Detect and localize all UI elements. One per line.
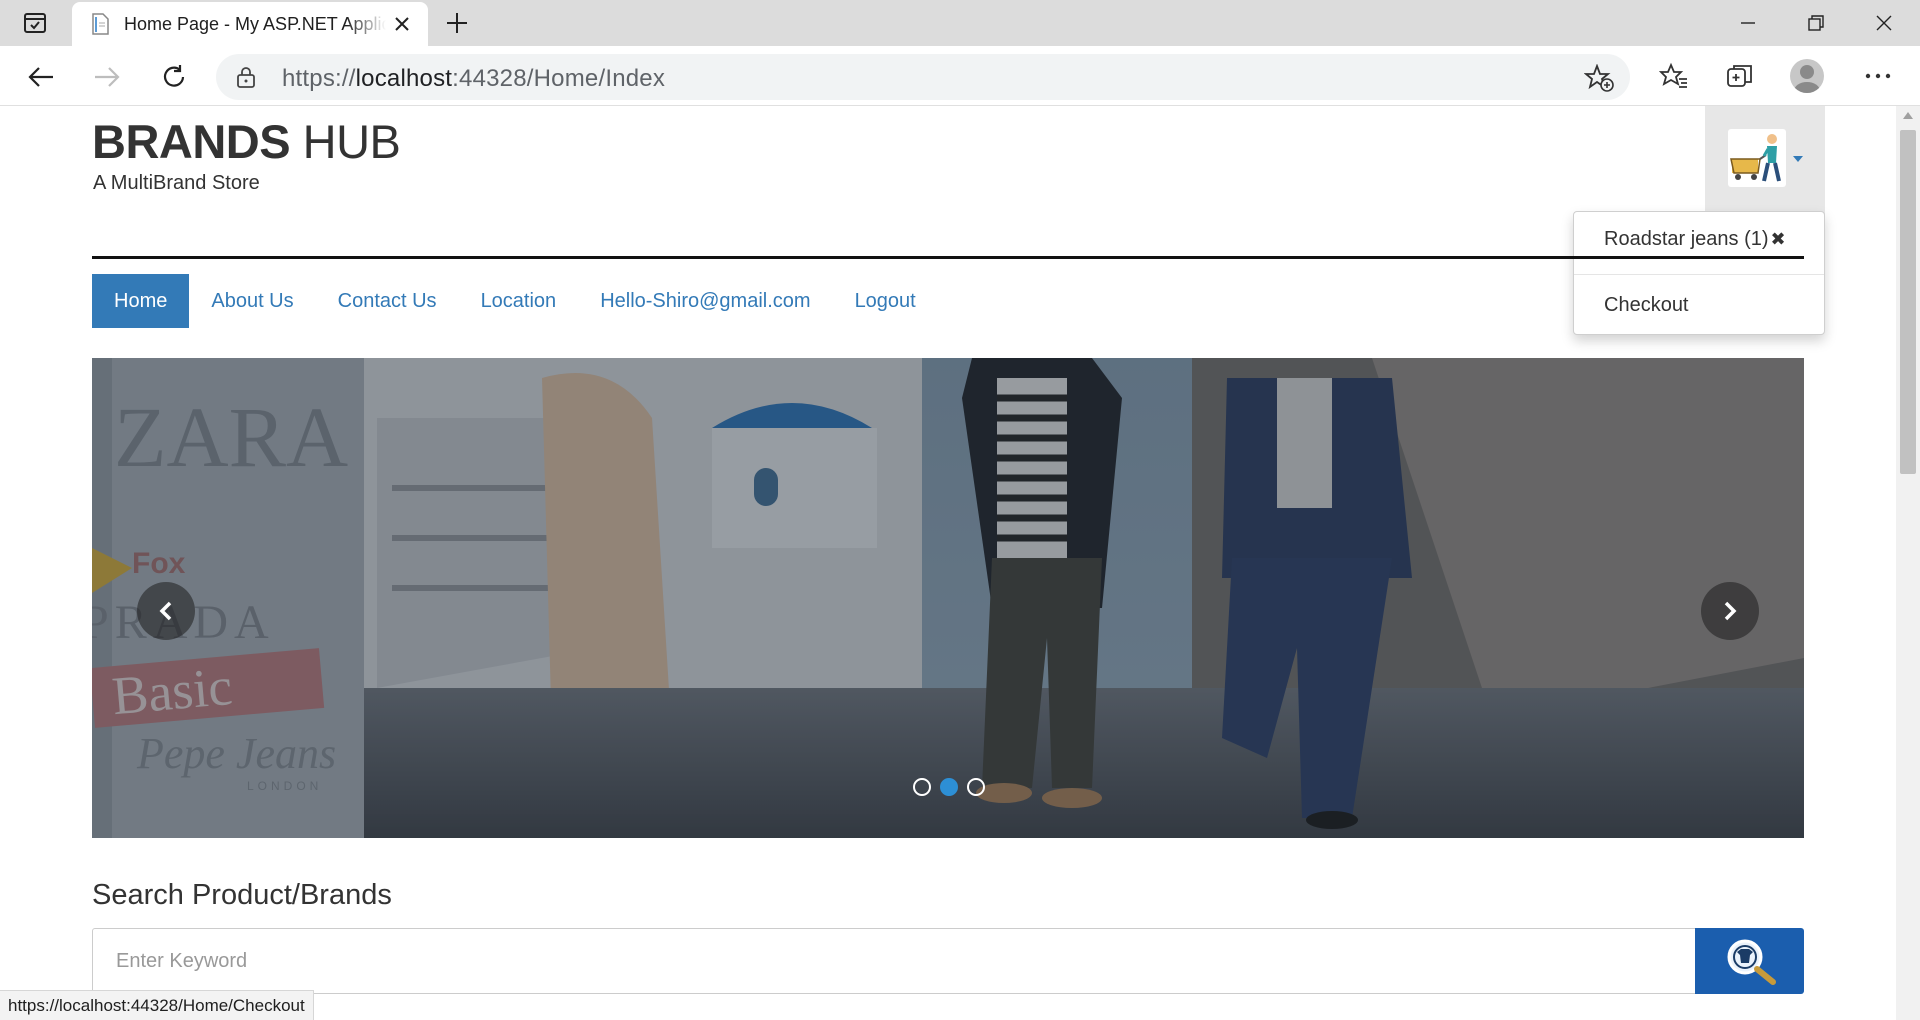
- url-path: :44328/Home/Index: [452, 65, 666, 92]
- nav-item-location[interactable]: Location: [459, 274, 579, 328]
- cart-dropdown-toggle[interactable]: [1705, 106, 1825, 216]
- collections-icon[interactable]: [1722, 59, 1758, 93]
- lock-icon[interactable]: [236, 66, 256, 88]
- carousel-indicator-active[interactable]: [940, 778, 958, 796]
- brand-rest-text: HUB: [290, 115, 401, 168]
- status-url-preview: https://localhost:44328/Home/Checkout: [0, 990, 314, 1020]
- nav-item-logout[interactable]: Logout: [833, 274, 938, 328]
- star-add-icon[interactable]: [1583, 63, 1614, 92]
- cart-dropdown-menu: Roadstar jeans (1) ✖ Checkout: [1573, 211, 1825, 335]
- browser-tab[interactable]: Home Page - My ASP.NET Application: [72, 2, 428, 46]
- brand-bold-text: BRANDS: [92, 115, 291, 168]
- browser-tab-bar: Home Page - My ASP.NET Application: [0, 0, 1920, 46]
- avatar[interactable]: [1790, 59, 1824, 93]
- nav-item-user-email[interactable]: Hello-Shiro@gmail.com: [578, 274, 832, 328]
- url-text: https://localhost:44328/Home/Index: [282, 65, 665, 93]
- url-scheme: https://: [282, 65, 356, 92]
- minimize-icon[interactable]: [1728, 8, 1768, 38]
- chevron-right-icon: [1724, 601, 1737, 621]
- tab-title: Home Page - My ASP.NET Application: [124, 13, 386, 34]
- nav-item-contact-us[interactable]: Contact Us: [316, 274, 459, 328]
- address-toolbar: https://localhost:44328/Home/Index: [0, 46, 1920, 106]
- search-heading: Search Product/Brands: [92, 879, 392, 911]
- magnifier-icon: [1727, 939, 1776, 985]
- url-host: localhost: [355, 65, 453, 92]
- dropdown-divider: [1574, 274, 1824, 275]
- header-divider: [92, 256, 1804, 259]
- restore-icon[interactable]: [1796, 8, 1836, 38]
- tab-actions-icon[interactable]: [18, 10, 52, 36]
- arrow-right-icon[interactable]: [90, 60, 124, 94]
- search-input[interactable]: [92, 928, 1696, 994]
- scroll-up-icon[interactable]: [1903, 112, 1913, 119]
- chevron-left-icon: [159, 601, 172, 621]
- scrollbar-thumb[interactable]: [1900, 130, 1916, 474]
- nav-item-home[interactable]: Home: [92, 274, 190, 328]
- nav-item-about-us[interactable]: About Us: [189, 274, 315, 328]
- refresh-icon[interactable]: [157, 60, 191, 94]
- checkout-link[interactable]: Checkout: [1604, 294, 1689, 317]
- cart-item-roadstar-jeans[interactable]: Roadstar jeans (1) ✖: [1604, 228, 1786, 251]
- shopping-cart-icon: [1728, 129, 1786, 187]
- page-icon: [90, 13, 110, 35]
- carousel-indicators: [913, 778, 985, 796]
- close-icon[interactable]: [392, 14, 412, 34]
- main-nav: Home About Us Contact Us Location Hello-…: [92, 274, 938, 328]
- arrow-left-icon[interactable]: [24, 60, 58, 94]
- carousel-slide-image: ZARA Fox PRADA Basic Pepe Jeans LONDON: [92, 358, 1804, 838]
- plus-icon[interactable]: [442, 10, 472, 36]
- cart-item-label: Roadstar jeans (1): [1604, 228, 1769, 250]
- remove-icon[interactable]: ✖: [1771, 229, 1786, 249]
- page-scrollbar[interactable]: [1896, 106, 1920, 1020]
- more-icon[interactable]: [1860, 59, 1896, 93]
- site-tagline: A MultiBrand Store: [93, 172, 260, 194]
- carousel-next-button[interactable]: [1701, 582, 1759, 640]
- carousel-prev-button[interactable]: [137, 582, 195, 640]
- chevron-down-icon: [1793, 156, 1803, 162]
- carousel-indicator[interactable]: [967, 778, 985, 796]
- favorites-icon[interactable]: [1656, 59, 1692, 93]
- hero-carousel: ZARA Fox PRADA Basic Pepe Jeans LONDON: [92, 358, 1804, 838]
- url-field[interactable]: https://localhost:44328/Home/Index: [216, 54, 1630, 100]
- window-close-icon[interactable]: [1864, 8, 1904, 38]
- site-brand[interactable]: BRANDS HUB: [92, 114, 401, 169]
- carousel-indicator[interactable]: [913, 778, 931, 796]
- search-button[interactable]: [1695, 928, 1804, 994]
- page-viewport: BRANDS HUB A MultiBrand Store Roadstar j…: [0, 106, 1896, 1020]
